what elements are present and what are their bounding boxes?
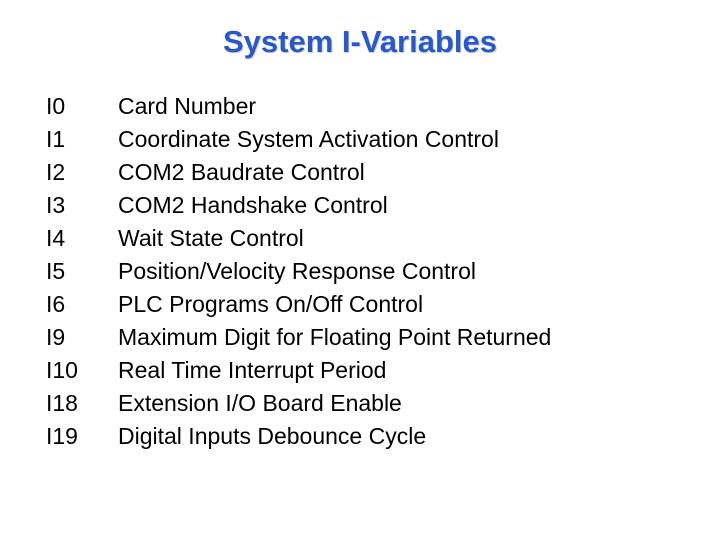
variable-name: I18 [46, 390, 78, 416]
list-item: I6 PLC Programs On/Off Control [46, 288, 706, 321]
list-item: I18 Extension I/O Board Enable [46, 387, 706, 420]
list-item: I0 Card Number [46, 90, 706, 123]
variable-name: I6 [46, 291, 66, 317]
variable-description: COM2 Baudrate Control [118, 159, 365, 185]
list-item: I9 Maximum Digit for Floating Point Retu… [46, 321, 706, 354]
variable-name: I3 [46, 192, 66, 218]
slide: System I-Variables I0 Card Number I1 Coo… [0, 0, 720, 540]
variable-description: Wait State Control [118, 225, 304, 251]
variable-name: I1 [46, 126, 66, 152]
variable-description: Digital Inputs Debounce Cycle [118, 423, 427, 449]
list-item: I4 Wait State Control [46, 222, 706, 255]
variable-name: I2 [46, 159, 66, 185]
page-title: System I-Variables [223, 24, 497, 59]
list-item: I2 COM2 Baudrate Control [46, 156, 706, 189]
list-item: I1 Coordinate System Activation Control [46, 123, 706, 156]
variable-description: PLC Programs On/Off Control [118, 291, 424, 317]
variable-name: I4 [46, 225, 66, 251]
list-item: I3 COM2 Handshake Control [46, 189, 706, 222]
variable-description: Maximum Digit for Floating Point Returne… [118, 324, 552, 350]
variable-name: I0 [46, 93, 66, 119]
variable-list: I0 Card Number I1 Coordinate System Acti… [46, 90, 706, 453]
variable-description: COM2 Handshake Control [118, 192, 388, 218]
list-item: I19 Digital Inputs Debounce Cycle [46, 420, 706, 453]
variable-description: Card Number [118, 93, 257, 119]
list-item: I5 Position/Velocity Response Control [46, 255, 706, 288]
variable-description: Real Time Interrupt Period [118, 357, 387, 383]
variable-name: I9 [46, 324, 66, 350]
list-item: I10 Real Time Interrupt Period [46, 354, 706, 387]
variable-name: I5 [46, 258, 66, 284]
variable-description: Extension I/O Board Enable [118, 390, 402, 416]
variable-description: Coordinate System Activation Control [118, 126, 499, 152]
variable-description: Position/Velocity Response Control [118, 258, 476, 284]
variable-name: I19 [46, 423, 78, 449]
variable-name: I10 [46, 357, 78, 383]
